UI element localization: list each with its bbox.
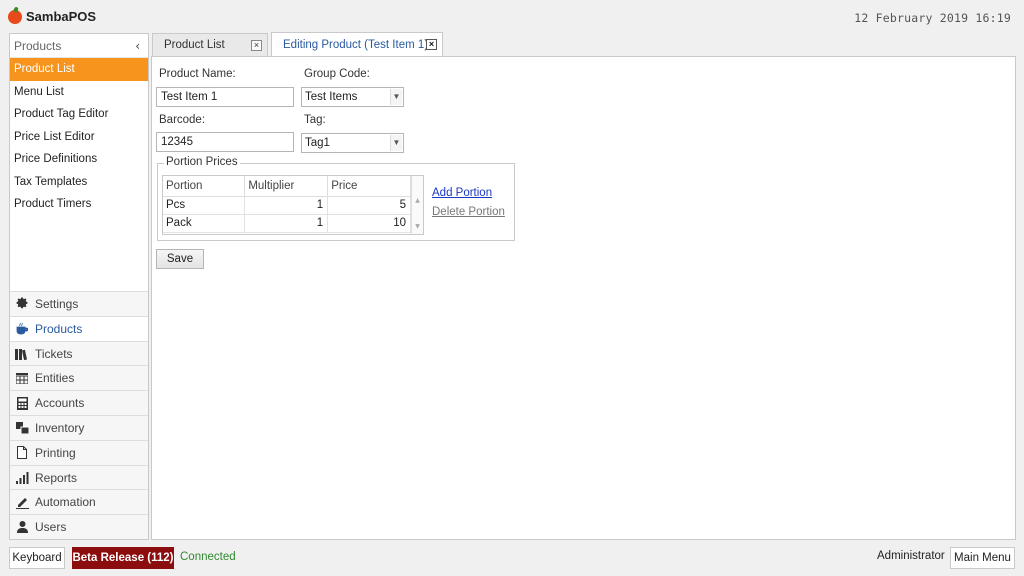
product-name-label: Product Name:	[159, 68, 236, 80]
collapse-icon[interactable]: ‹	[135, 39, 140, 53]
module-label: Accounts	[35, 396, 85, 411]
app-name: SambaPOS	[26, 9, 97, 24]
price-cell[interactable]: 10	[327, 214, 411, 233]
group-code-value: Test Items	[305, 91, 358, 103]
portion-cell[interactable]: Pack	[163, 214, 246, 233]
barcode-field[interactable]: 12345	[156, 132, 294, 152]
module-label: Tickets	[35, 346, 73, 361]
delete-portion-link[interactable]: Delete Portion	[432, 206, 505, 218]
sidebar-header: Products ‹	[10, 34, 148, 58]
sidebar-item-menu-list[interactable]: Menu List	[10, 81, 148, 104]
module-label: Inventory	[35, 420, 85, 435]
barcode-label: Barcode:	[159, 114, 206, 126]
portion-prices-title: Portion Prices	[164, 156, 240, 168]
save-button[interactable]: Save	[156, 249, 204, 269]
column-header-portion[interactable]: Portion	[163, 176, 246, 197]
module-inventory[interactable]: Inventory	[10, 415, 148, 440]
module-printing[interactable]: Printing	[10, 439, 148, 465]
module-settings[interactable]: Settings	[10, 291, 148, 316]
tab-editing-product[interactable]: Editing Product (Test Item 1) ×	[271, 32, 443, 57]
add-portion-link[interactable]: Add Portion	[432, 187, 492, 199]
multiplier-cell[interactable]: 1	[244, 214, 329, 233]
keyboard-button[interactable]: Keyboard	[9, 547, 65, 569]
module-products[interactable]: Products	[10, 315, 148, 341]
app-logo: SambaPOS	[8, 9, 96, 24]
chevron-down-icon: ▼	[390, 135, 402, 151]
sidebar-title: Products	[14, 38, 62, 53]
sidebar-item-price-definitions[interactable]: Price Definitions	[10, 148, 148, 171]
tickets-icon	[15, 347, 29, 361]
group-code-select[interactable]: Test Items ▼	[301, 87, 404, 107]
chevron-down-icon: ▼	[390, 89, 402, 105]
tag-label: Tag:	[304, 114, 326, 126]
calculator-icon	[15, 396, 29, 410]
tag-select[interactable]: Tag1 ▼	[301, 133, 404, 153]
user-icon	[15, 520, 29, 534]
portion-grid[interactable]: Portion Multiplier Price Pcs 1 5 Pack 1 …	[162, 175, 424, 235]
bar-chart-icon	[15, 471, 29, 485]
module-users[interactable]: Users	[10, 514, 148, 539]
portion-table: Portion Multiplier Price Pcs 1 5 Pack 1 …	[163, 176, 411, 233]
clock: 12 February 2019 16:19	[854, 11, 1011, 25]
module-label: Settings	[35, 296, 79, 311]
module-label: Entities	[35, 371, 75, 386]
price-cell[interactable]: 5	[327, 196, 411, 215]
sidebar-item-price-list-editor[interactable]: Price List Editor	[10, 126, 148, 149]
table-icon	[15, 371, 29, 385]
title-bar: SambaPOS 12 February 2019 16:19	[0, 0, 1024, 32]
group-code-label: Group Code:	[304, 68, 370, 80]
product-editor-panel: Product Name: Test Item 1 Group Code: Te…	[151, 56, 1016, 540]
module-label: Products	[35, 321, 83, 336]
module-tickets[interactable]: Tickets	[10, 340, 148, 366]
boxes-icon	[15, 421, 29, 435]
main-menu-button[interactable]: Main Menu	[950, 547, 1015, 569]
close-icon[interactable]: ×	[251, 40, 262, 51]
table-header-row: Portion Multiplier Price	[163, 176, 411, 197]
sidebar-item-product-list[interactable]: Product List	[10, 58, 148, 81]
scroll-up-icon[interactable]: ▲	[412, 197, 423, 207]
document-icon	[15, 446, 29, 460]
table-row[interactable]: Pcs 1 5	[163, 196, 411, 215]
tab-label: Product List	[164, 39, 225, 51]
module-label: Automation	[35, 495, 96, 510]
samba-logo-icon	[8, 9, 22, 24]
portion-cell[interactable]: Pcs	[163, 196, 246, 215]
sidebar-item-product-tag-editor[interactable]: Product Tag Editor	[10, 103, 148, 126]
pencil-icon	[15, 495, 29, 509]
tag-value: Tag1	[305, 137, 330, 149]
sidebar-item-product-timers[interactable]: Product Timers	[10, 193, 148, 216]
cup-icon	[15, 322, 29, 336]
close-icon[interactable]: ×	[426, 39, 437, 50]
sidebar-item-tax-templates[interactable]: Tax Templates	[10, 171, 148, 194]
beta-release-badge: Beta Release (112)	[72, 547, 174, 569]
module-automation[interactable]: Automation	[10, 489, 148, 515]
left-panel: Products ‹ Product List Menu List Produc…	[9, 33, 149, 540]
column-header-multiplier[interactable]: Multiplier	[244, 176, 329, 197]
tab-label: Editing Product (Test Item 1)	[283, 39, 429, 51]
status-bar: Keyboard Beta Release (112) Connected Ad…	[0, 542, 1024, 576]
column-header-price[interactable]: Price	[327, 176, 411, 197]
module-list: Settings Products Tickets Entities Accou…	[10, 291, 148, 539]
module-accounts[interactable]: Accounts	[10, 390, 148, 416]
grid-scrollbar[interactable]: ▲ ▼	[411, 176, 423, 234]
sidebar-menu: Product List Menu List Product Tag Edito…	[10, 58, 148, 216]
module-label: Users	[35, 520, 67, 535]
module-label: Printing	[35, 445, 76, 460]
table-row[interactable]: Pack 1 10	[163, 214, 411, 233]
portion-prices-group: Portion Prices Portion Multiplier Price …	[157, 156, 515, 241]
current-user: Administrator	[877, 550, 945, 562]
module-label: Reports	[35, 470, 78, 485]
module-reports[interactable]: Reports	[10, 464, 148, 490]
gear-icon	[15, 297, 29, 311]
scroll-down-icon[interactable]: ▼	[412, 223, 423, 233]
connection-status: Connected	[180, 551, 236, 563]
multiplier-cell[interactable]: 1	[244, 196, 329, 215]
product-name-field[interactable]: Test Item 1	[156, 87, 294, 107]
module-entities[interactable]: Entities	[10, 365, 148, 391]
tab-product-list[interactable]: Product List ×	[152, 33, 268, 56]
